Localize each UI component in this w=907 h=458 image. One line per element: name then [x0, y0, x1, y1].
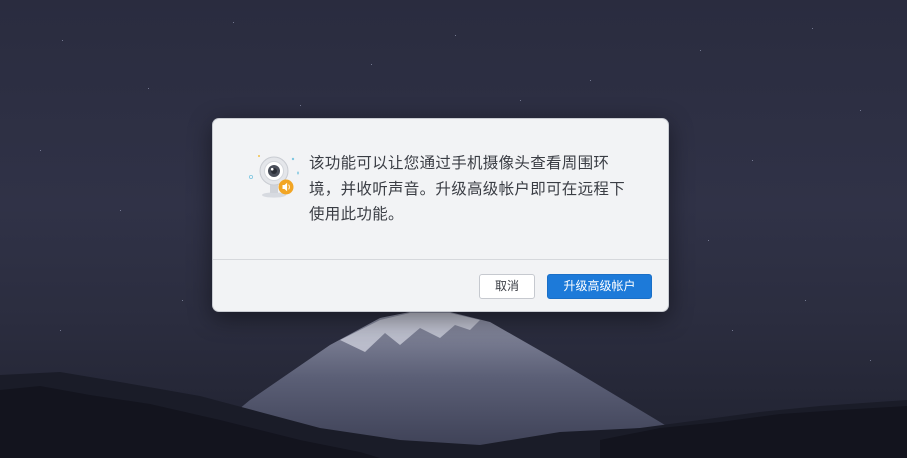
webcam-speaker-icon [249, 155, 299, 198]
dialog-body: 该功能可以让您通过手机摄像头查看周围环境，并收听声音。升级高级帐户即可在远程下使… [213, 119, 668, 259]
upgrade-account-button[interactable]: 升级高级帐户 [547, 274, 652, 299]
cancel-button[interactable]: 取消 [479, 274, 535, 299]
dialog-message: 该功能可以让您通过手机摄像头查看周围环境，并收听声音。升级高级帐户即可在远程下使… [309, 154, 626, 223]
upgrade-dialog: 该功能可以让您通过手机摄像头查看周围环境，并收听声音。升级高级帐户即可在远程下使… [212, 118, 669, 312]
dialog-divider [213, 259, 668, 260]
desktop-background: 该功能可以让您通过手机摄像头查看周围环境，并收听声音。升级高级帐户即可在远程下使… [0, 0, 907, 458]
